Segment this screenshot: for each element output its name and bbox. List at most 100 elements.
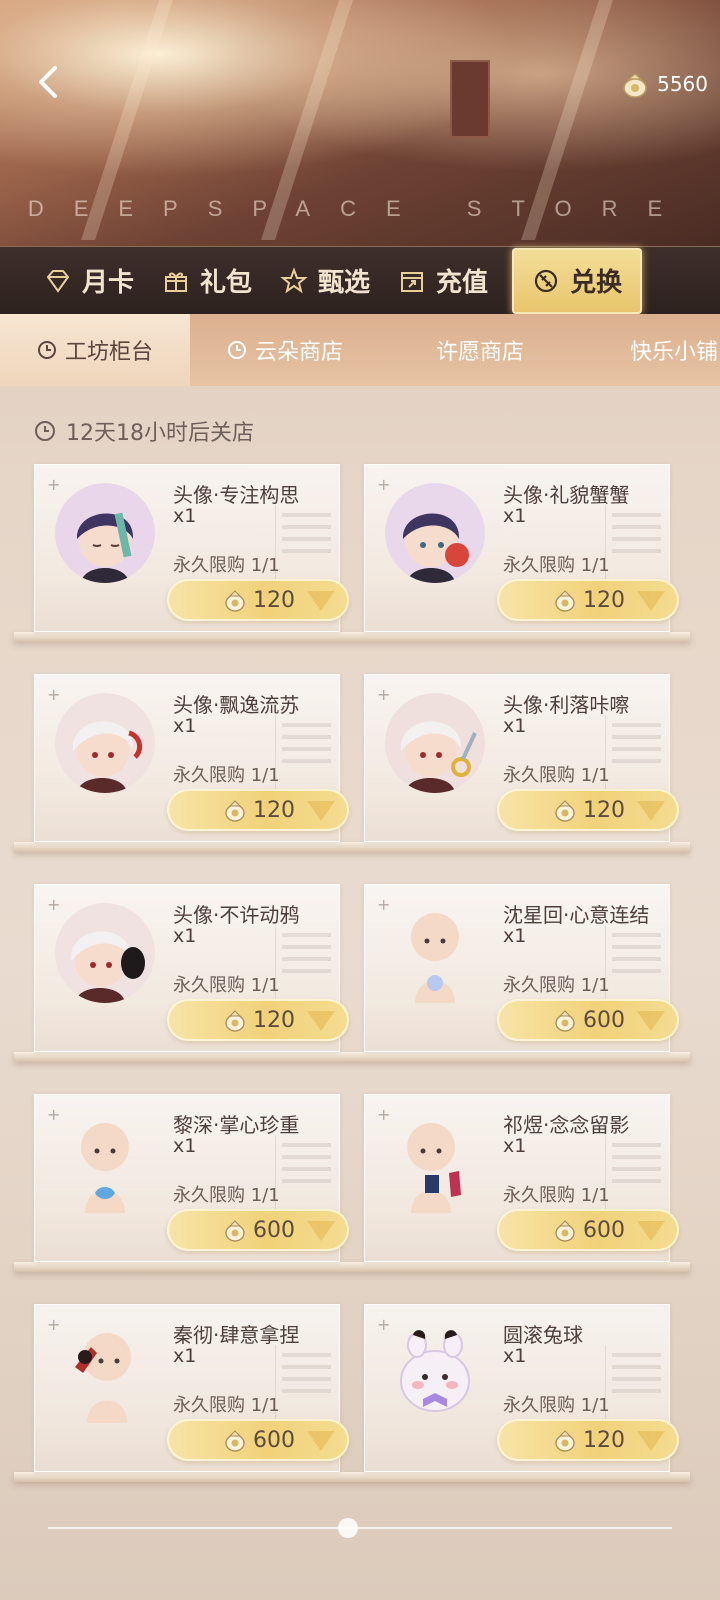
scroll-track	[48, 1527, 672, 1529]
nav-gift-pack[interactable]: 礼包	[148, 247, 266, 315]
product-card[interactable]: + 沈星回·心意连结 x1 永久限购 1/1 600	[364, 884, 679, 1052]
product-name: 头像·不许动鸦	[173, 903, 300, 927]
product-card[interactable]: + 头像·礼貌蟹蟹 x1 永久限购 1/1 120	[364, 464, 679, 632]
shelf	[14, 1472, 690, 1482]
product-card[interactable]: + 祁煜·念念留影 x1 永久限购 1/1 600	[364, 1094, 679, 1262]
buy-button[interactable]: 600	[497, 999, 679, 1041]
purchase-limit: 永久限购 1/1	[173, 1185, 280, 1206]
sub-tabs: 工坊柜台 云朵商店 许愿商店 快乐小铺	[0, 314, 720, 386]
tab-happy-shop[interactable]: 快乐小铺	[580, 314, 720, 386]
star-icon	[280, 266, 308, 293]
buy-button[interactable]: 600	[167, 1209, 349, 1251]
product-bunny-image	[385, 1323, 485, 1423]
nav-selection[interactable]: 甄选	[266, 247, 384, 315]
currency-bag-icon	[225, 1220, 245, 1242]
nav-exchange[interactable]: 兑换	[512, 247, 643, 314]
button-decoration	[637, 801, 665, 821]
buy-button[interactable]: 120	[497, 579, 679, 621]
product-name: 圆滚兔球	[503, 1323, 583, 1347]
clock-icon	[37, 341, 56, 359]
purchase-limit: 永久限购 1/1	[503, 975, 610, 996]
currency-bag-icon	[225, 1430, 245, 1452]
button-decoration	[307, 1011, 335, 1031]
button-decoration	[307, 1221, 335, 1241]
tab-wish-shop[interactable]: 许愿商店	[380, 314, 580, 386]
button-decoration	[307, 591, 335, 611]
card-decoration	[275, 1345, 331, 1425]
store-title: DEEPSPACE STORE	[27, 196, 693, 221]
product-quantity: x1	[173, 505, 197, 527]
product-card[interactable]: + 头像·专注构思 x1 永久限购 1/1 120	[34, 464, 349, 632]
card-decoration	[605, 505, 661, 585]
currency-bag-icon	[225, 1010, 245, 1032]
currency-bag-icon	[555, 1010, 575, 1032]
scroll-indicator[interactable]	[28, 1518, 692, 1538]
product-avatar-image	[385, 693, 485, 793]
product-quantity: x1	[503, 1345, 527, 1367]
product-price: 600	[583, 1217, 625, 1243]
shelf	[14, 1262, 690, 1272]
currency-bag-icon	[555, 1430, 575, 1452]
button-decoration	[307, 801, 335, 821]
product-avatar-image	[55, 483, 155, 583]
button-decoration	[637, 1011, 665, 1031]
purchase-limit: 永久限购 1/1	[173, 765, 280, 786]
product-card[interactable]: + 头像·利落咔嚓 x1 永久限购 1/1 120	[364, 674, 679, 842]
nav-label: 充值	[436, 268, 489, 298]
product-price: 600	[253, 1427, 295, 1453]
button-decoration	[637, 1221, 665, 1241]
back-arrow-icon	[39, 66, 57, 98]
product-avatar-image	[385, 483, 485, 583]
purchase-limit: 永久限购 1/1	[503, 1185, 610, 1206]
nav-label: 甄选	[318, 268, 371, 298]
product-figure-image	[55, 1113, 155, 1213]
buy-button[interactable]: 600	[497, 1209, 679, 1251]
nav-label: 兑换	[570, 268, 623, 298]
currency-display[interactable]: 5560	[619, 66, 708, 102]
product-card[interactable]: + 黎深·掌心珍重 x1 永久限购 1/1 600	[34, 1094, 349, 1262]
product-avatar-image	[55, 903, 155, 1003]
buy-button[interactable]: 120	[497, 1419, 679, 1461]
product-figure-image	[385, 903, 485, 1003]
product-avatar-image	[55, 693, 155, 793]
product-card[interactable]: + 圆滚兔球 x1 永久限购 1/1 120	[364, 1304, 679, 1472]
nav-recharge[interactable]: 充值	[384, 247, 502, 315]
nav-monthly-card[interactable]: 月卡	[30, 247, 148, 315]
currency-bag-icon	[555, 800, 575, 822]
purchase-limit: 永久限购 1/1	[503, 555, 610, 576]
recharge-icon	[401, 271, 424, 292]
plus-icon: +	[47, 475, 61, 494]
product-price: 120	[253, 797, 295, 823]
button-decoration	[637, 1431, 665, 1451]
product-name: 沈星回·心意连结	[503, 903, 650, 927]
currency-bag-icon	[225, 590, 245, 612]
buy-button[interactable]: 120	[167, 579, 349, 621]
tab-label: 工坊柜台	[64, 340, 153, 365]
banner-sign	[450, 60, 490, 138]
product-card[interactable]: + 秦彻·肆意拿捏 x1 永久限购 1/1 600	[34, 1304, 349, 1472]
tab-cloud-shop[interactable]: 云朵商店	[190, 314, 380, 386]
buy-button[interactable]: 600	[167, 1419, 349, 1461]
product-price: 120	[253, 1007, 295, 1033]
back-button[interactable]	[28, 62, 68, 102]
purchase-limit: 永久限购 1/1	[503, 765, 610, 786]
button-decoration	[637, 591, 665, 611]
buy-button[interactable]: 120	[167, 999, 349, 1041]
tab-workshop-counter[interactable]: 工坊柜台	[0, 314, 190, 386]
buy-button[interactable]: 120	[167, 789, 349, 831]
clock-icon	[227, 341, 246, 359]
product-price: 120	[583, 587, 625, 613]
product-quantity: x1	[173, 1135, 197, 1157]
buy-button[interactable]: 120	[497, 789, 679, 831]
product-name: 祁煜·念念留影	[503, 1113, 630, 1137]
product-quantity: x1	[503, 925, 527, 947]
product-card[interactable]: + 头像·不许动鸦 x1 永久限购 1/1 120	[34, 884, 349, 1052]
plus-icon: +	[47, 685, 61, 704]
scroll-knob[interactable]	[338, 1518, 358, 1538]
currency-bag-icon	[623, 73, 647, 98]
product-quantity: x1	[503, 505, 527, 527]
product-card[interactable]: + 头像·飘逸流苏 x1 永久限购 1/1 120	[34, 674, 349, 842]
product-name: 秦彻·肆意拿捏	[173, 1323, 300, 1347]
purchase-limit: 永久限购 1/1	[173, 1395, 280, 1416]
product-name: 黎深·掌心珍重	[173, 1113, 300, 1137]
